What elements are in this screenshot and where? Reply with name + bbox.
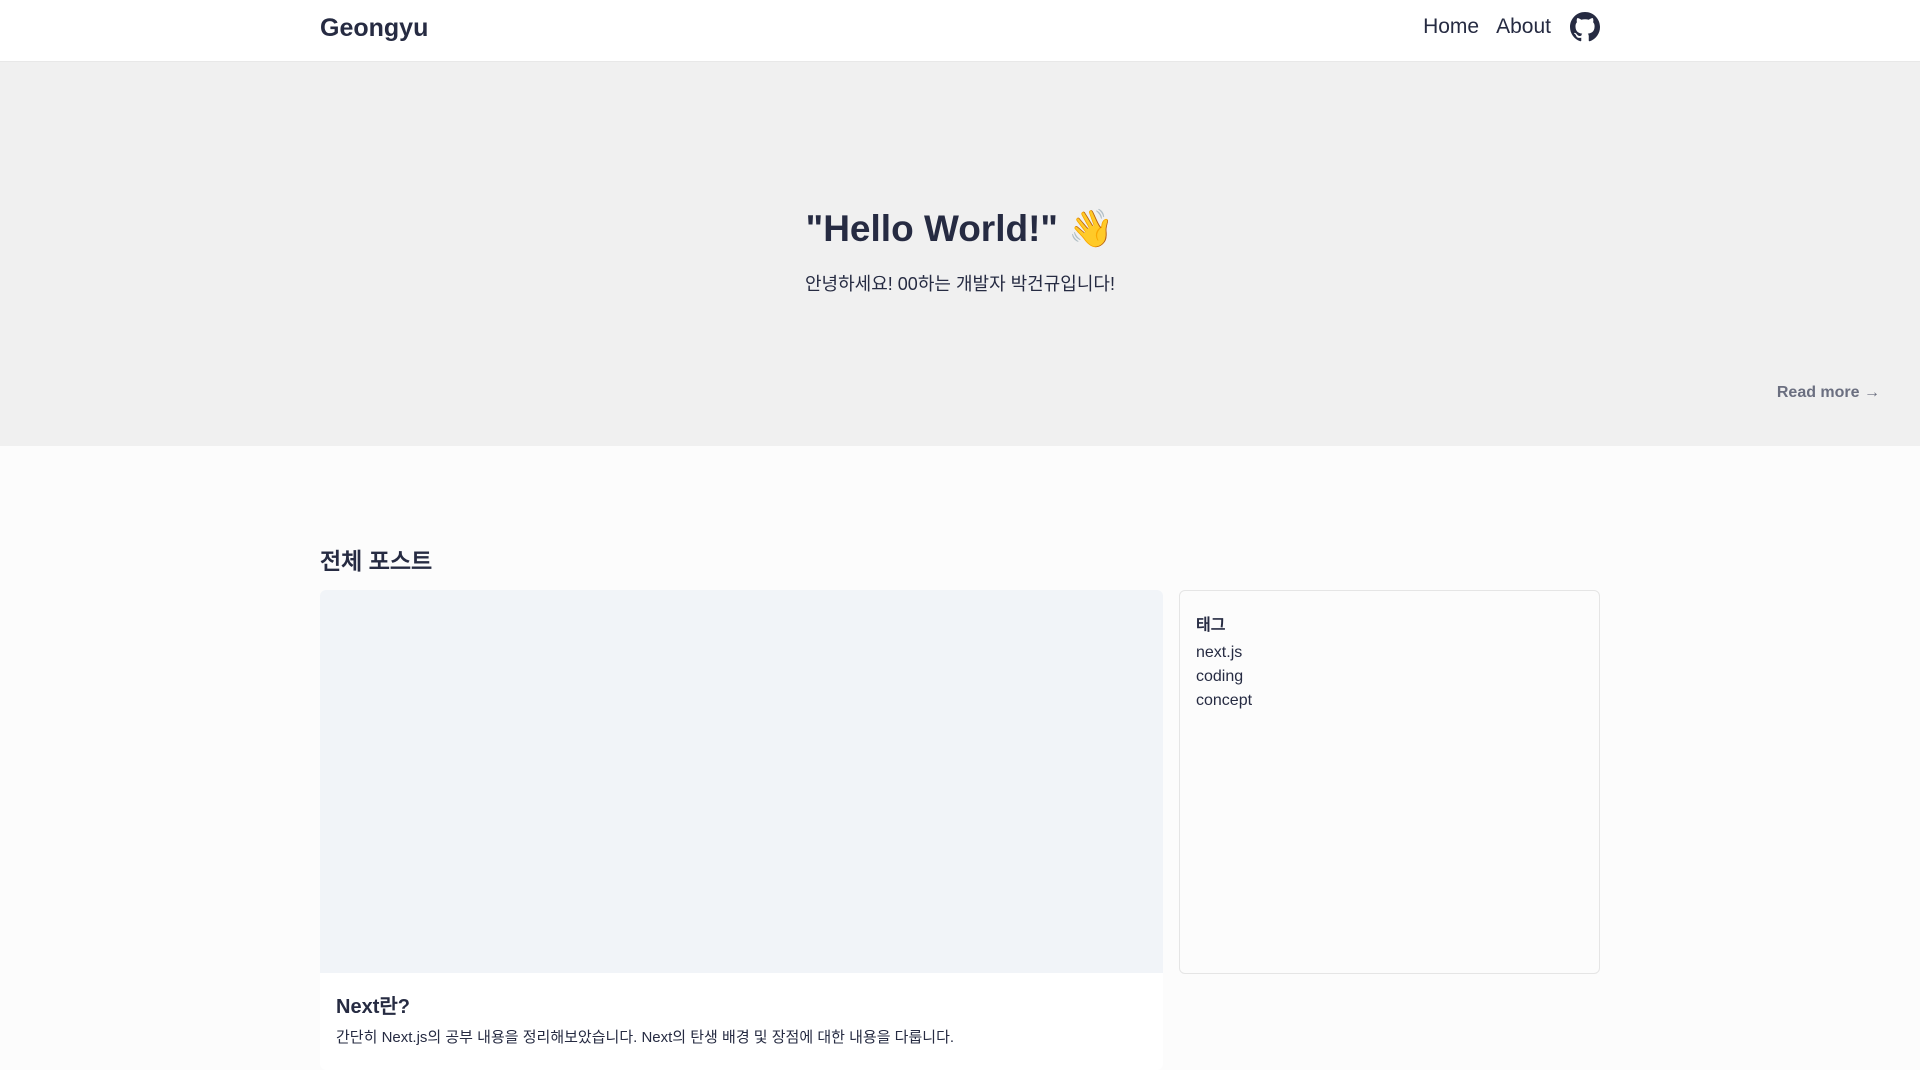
hero-title: "Hello World!" 👋 bbox=[805, 208, 1115, 249]
hero-subtitle: 안녕하세요! 00하는 개발자 박건규입니다! bbox=[805, 274, 1115, 294]
main-nav: Home About bbox=[1423, 12, 1600, 42]
nav-home-link[interactable]: Home bbox=[1423, 15, 1479, 39]
tag-panel: 태그 next.js coding concept bbox=[1179, 590, 1600, 974]
site-header: Geongyu Home About bbox=[0, 0, 1920, 62]
tag-item-concept[interactable]: concept bbox=[1196, 689, 1583, 713]
tag-panel-title: 태그 bbox=[1196, 617, 1226, 634]
tag-item-nextjs[interactable]: next.js bbox=[1196, 641, 1583, 665]
brand-logo-link[interactable]: Geongyu bbox=[320, 14, 428, 43]
post-title: Next란? bbox=[336, 996, 410, 1018]
github-icon[interactable] bbox=[1570, 12, 1600, 42]
post-description: 간단히 Next.js의 공부 내용을 정리해보았습니다. Next의 탄생 배… bbox=[336, 1029, 955, 1046]
nav-about-link[interactable]: About bbox=[1496, 15, 1551, 39]
all-posts-heading: 전체 포스트 bbox=[320, 548, 433, 574]
post-card[interactable]: Next란? 간단히 Next.js의 공부 내용을 정리해보았습니다. Nex… bbox=[320, 590, 1163, 1070]
post-thumbnail bbox=[320, 590, 1163, 973]
tag-item-coding[interactable]: coding bbox=[1196, 665, 1583, 689]
read-more-link[interactable]: Read more → bbox=[1777, 384, 1880, 402]
hero-section: "Hello World!" 👋 안녕하세요! 00하는 개발자 박건규입니다!… bbox=[0, 62, 1920, 446]
